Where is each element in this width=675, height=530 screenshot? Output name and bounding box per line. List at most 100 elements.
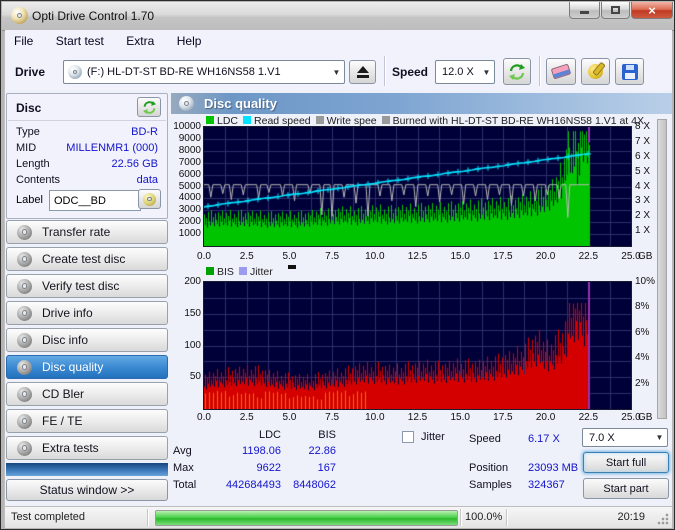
stats-row-label: Max (173, 462, 194, 474)
sidebar-item-disc-quality[interactable]: Disc quality (6, 355, 168, 379)
axis-tick-label: 4% (635, 353, 661, 363)
legend-swatch (382, 116, 390, 124)
axis-tick-label: 1 X (635, 226, 661, 236)
statusbar-separator (506, 509, 508, 526)
sidebar-item-label: Create test disc (42, 252, 125, 266)
erase-disc-button[interactable] (546, 58, 576, 85)
menu-extra[interactable]: Extra (117, 30, 163, 48)
speed-stat-value: 6.17 X (528, 433, 560, 445)
sidebar-item-cd-bler[interactable]: CD Bler (6, 382, 168, 406)
legend-marker-dash (288, 265, 296, 269)
divider (8, 120, 166, 121)
disc-test-icon (17, 333, 32, 348)
sidebar-item-label: Disc info (42, 333, 88, 347)
disc-test-icon (17, 306, 32, 321)
sidebar-item-extra-tests[interactable]: Extra tests (6, 436, 168, 460)
refresh-button[interactable] (503, 58, 531, 85)
sidebar-item-fe-te[interactable]: FE / TE (6, 409, 168, 433)
position-stat-label: Position (469, 462, 508, 474)
sidebar-item-label: CD Bler (42, 387, 84, 401)
save-button[interactable] (615, 58, 644, 85)
start-full-button[interactable]: Start full (583, 452, 669, 473)
stats-bis-value: 8448062 (266, 479, 336, 491)
disc-panel-title: Disc (16, 101, 41, 115)
axis-tick-label: 6% (635, 328, 661, 338)
resize-grip[interactable] (657, 513, 669, 525)
drive-select[interactable]: (F:) HL-DT-ST BD-RE WH16NS58 1.V1 ▼ (63, 60, 345, 84)
app-window: Opti Drive Control 1.70 × File Start tes… (0, 0, 675, 530)
minimize-button[interactable] (569, 2, 600, 19)
axis-tick-label: 3000 (167, 205, 201, 215)
legend-item: BIS (206, 266, 234, 278)
eject-icon-bar (357, 75, 369, 78)
disc-label-button[interactable] (138, 189, 161, 209)
toolbar-separator (539, 56, 541, 86)
close-button[interactable]: × (631, 2, 673, 19)
sidebar-item-verify-test-disc[interactable]: Verify test disc (6, 274, 168, 298)
position-stat-value: 23093 MB (528, 462, 578, 474)
axis-tick-label: 50 (167, 372, 201, 382)
start-part-button[interactable]: Start part (583, 478, 669, 499)
axis-tick-label: 6000 (167, 170, 201, 180)
status-bar: Test completed 100.0% 20:19 (5, 506, 672, 528)
axis-tick-label: GB (638, 413, 660, 423)
axis-tick-label: 8% (635, 302, 661, 312)
legend-item: Jitter (239, 266, 273, 278)
stats-col-bis: BIS (290, 429, 336, 441)
maximize-icon (611, 6, 620, 14)
toolbar-separator (384, 56, 386, 86)
stats-row-label: Total (173, 479, 196, 491)
stats-col-ldc: LDC (229, 429, 281, 441)
menu-help[interactable]: Help (168, 30, 211, 48)
disc-row-contents: Contentsdata (16, 174, 158, 186)
disc-row-length: Length22.56 GB (16, 158, 158, 170)
disc-length-label: Length (16, 158, 50, 170)
menu-start-test[interactable]: Start test (47, 30, 113, 48)
samples-stat-label: Samples (469, 479, 512, 491)
chevron-down-icon: ▼ (652, 433, 667, 442)
vertical-scrollbar[interactable] (657, 119, 667, 419)
disc-refresh-button[interactable] (137, 97, 161, 117)
sidebar-item-disc-info[interactable]: Disc info (6, 328, 168, 352)
axis-tick-label: 22.5 (573, 413, 603, 423)
speed-select[interactable]: 12.0 X ▼ (435, 60, 495, 84)
axis-tick-label: 8000 (167, 146, 201, 156)
axis-tick-label: 17.5 (488, 413, 518, 423)
drive-select-value: (F:) HL-DT-ST BD-RE WH16NS58 1.V1 (87, 66, 281, 78)
status-window-button[interactable]: Status window >> (6, 479, 168, 501)
disc-contents-value: data (137, 174, 158, 186)
legend-label: Jitter (250, 266, 273, 278)
axis-tick-label: 8 X (635, 122, 661, 132)
legend-swatch (316, 116, 324, 124)
sidebar-item-label: Transfer rate (42, 225, 110, 239)
axis-tick-label: 10000 (167, 122, 201, 132)
sidebar-item-drive-info[interactable]: Drive info (6, 301, 168, 325)
save-icon (622, 64, 638, 80)
test-speed-select-value: 7.0 X (589, 432, 615, 444)
menu-bar: File Start test Extra Help (5, 30, 672, 53)
axis-tick-label: 6 X (635, 152, 661, 162)
sidebar-item-create-test-disc[interactable]: Create test disc (6, 247, 168, 271)
samples-stat-value: 324367 (528, 479, 565, 491)
axis-tick-label: 5.0 (274, 413, 304, 423)
disc-row-type: TypeBD-R (16, 126, 158, 138)
speed-label: Speed (392, 65, 428, 79)
axis-tick-label: 22.5 (573, 252, 603, 262)
eraser-icon (551, 63, 572, 79)
start-part-label: Start part (603, 483, 648, 495)
maximize-button[interactable] (601, 2, 630, 19)
eject-button[interactable] (349, 60, 376, 84)
test-speed-select[interactable]: 7.0 X ▼ (582, 428, 668, 447)
axis-tick-label: 17.5 (488, 252, 518, 262)
axis-tick-label: 0.0 (189, 252, 219, 262)
axis-tick-label: 20.0 (531, 252, 561, 262)
jitter-checkbox[interactable] (402, 431, 414, 443)
menu-file[interactable]: File (5, 30, 42, 48)
jitter-checkbox-label: Jitter (421, 431, 445, 443)
disc-label-input[interactable] (49, 190, 141, 211)
title-bar[interactable]: Opti Drive Control 1.70 × (2, 2, 675, 31)
status-text: Test completed (11, 511, 85, 523)
sidebar-item-transfer-rate[interactable]: Transfer rate (6, 220, 168, 244)
chevron-down-icon: ▼ (479, 68, 494, 77)
utilities-button[interactable] (581, 58, 610, 85)
